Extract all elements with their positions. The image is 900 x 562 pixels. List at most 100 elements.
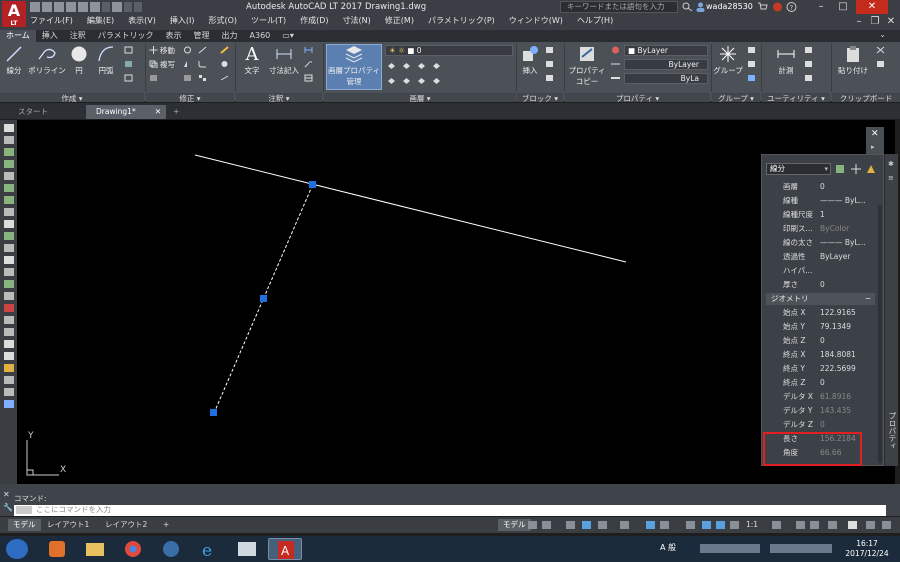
- palette-settings-icon[interactable]: ≡: [888, 174, 894, 182]
- circle-button[interactable]: 円: [68, 45, 90, 76]
- leader-icon[interactable]: [304, 60, 313, 68]
- scale-icon[interactable]: [183, 74, 192, 82]
- toolbar-circle-icon[interactable]: [3, 196, 14, 204]
- menu-dimension[interactable]: 寸法(N): [343, 15, 371, 29]
- hardware-acceleration-icon[interactable]: [866, 521, 875, 529]
- menu-draw[interactable]: 作成(D): [300, 15, 328, 29]
- ungroup-icon[interactable]: [747, 46, 756, 54]
- dimension-button[interactable]: 寸法記入: [266, 45, 302, 76]
- hatch-icon[interactable]: [124, 60, 133, 68]
- prop-row-lineweight[interactable]: 線の太さ ——— ByL...: [783, 236, 878, 249]
- geometry-section-header[interactable]: ジオメトリ −: [766, 293, 875, 305]
- text-button[interactable]: A 文字: [240, 45, 264, 76]
- fillet-icon[interactable]: [198, 60, 207, 68]
- annotation-panel-label[interactable]: 注釈 ▾: [236, 93, 322, 103]
- group-select-icon[interactable]: [747, 74, 756, 82]
- clean-screen-icon[interactable]: [848, 521, 857, 529]
- units-icon[interactable]: [810, 521, 819, 529]
- prop-row-start-z[interactable]: 始点 Z 0: [783, 334, 878, 347]
- linear-dim-icon[interactable]: [304, 46, 313, 54]
- snap-icon[interactable]: [542, 521, 551, 529]
- layer-tool-icon[interactable]: [432, 62, 441, 70]
- prop-row-end-y[interactable]: 終点 Y 222.5699: [783, 362, 878, 375]
- toolbar-rectangle-icon[interactable]: [3, 172, 14, 180]
- properties-panel-label[interactable]: プロパティ ▾: [565, 93, 710, 103]
- toolbar-line-icon[interactable]: [3, 124, 14, 132]
- color-dropdown[interactable]: ■ ByLayer: [624, 45, 708, 56]
- taskbar-paint[interactable]: [230, 538, 264, 560]
- toolbar-block-icon[interactable]: [3, 256, 14, 264]
- toolbar-calc-icon[interactable]: [3, 400, 14, 408]
- toolbar-point-icon[interactable]: [3, 268, 14, 276]
- attribute-icon[interactable]: [545, 74, 554, 82]
- utility-tool-icon[interactable]: [804, 46, 813, 54]
- qat-customize-icon[interactable]: [134, 2, 142, 12]
- ribbon-minimize-icon[interactable]: ⌄: [879, 30, 886, 39]
- prop-row-start-y[interactable]: 始点 Y 79.1349: [783, 320, 878, 333]
- tab-view[interactable]: 表示: [160, 30, 188, 42]
- block-panel-label[interactable]: ブロック ▾: [517, 93, 563, 103]
- rotate-icon[interactable]: [183, 46, 192, 54]
- toolbar-text2-icon[interactable]: [3, 352, 14, 360]
- menu-file[interactable]: ファイル(F): [30, 15, 73, 29]
- layers-panel-label[interactable]: 画層 ▾: [324, 93, 516, 103]
- modify-panel-label[interactable]: 修正 ▾: [146, 93, 234, 103]
- command-close-icon[interactable]: ✕: [3, 490, 10, 499]
- toolbar-find-icon[interactable]: [3, 388, 14, 396]
- palette-autohide-icon[interactable]: ▸: [871, 143, 875, 151]
- grip-mid-point[interactable]: [260, 295, 267, 302]
- taskbar-explorer[interactable]: [78, 538, 112, 560]
- toolbar-ellipse-icon[interactable]: [3, 232, 14, 240]
- prop-row-end-z[interactable]: 終点 Z 0: [783, 376, 878, 389]
- taskbar-chrome[interactable]: [116, 538, 150, 560]
- layer-tool-icon[interactable]: [387, 62, 396, 70]
- cart-icon[interactable]: [757, 2, 768, 12]
- redo-dropdown-icon[interactable]: [124, 2, 132, 12]
- lineweight-dropdown[interactable]: ByLa: [624, 73, 708, 84]
- close-tab-icon[interactable]: ✕: [155, 105, 161, 119]
- group-button[interactable]: グループ: [713, 45, 743, 76]
- taskbar-ie[interactable]: e: [192, 538, 226, 561]
- menu-parametric[interactable]: パラメトリック(P): [428, 15, 495, 29]
- layer-properties-button[interactable]: 画層プロパティ 管理: [326, 44, 382, 90]
- search-input[interactable]: キーワードまたは語句を入力: [560, 1, 678, 13]
- prop-row-transparency[interactable]: 透過性 ByLayer: [783, 250, 878, 263]
- copy-clip-icon[interactable]: [876, 60, 885, 68]
- layer-tool-icon[interactable]: [432, 77, 441, 85]
- toolbar-arc-icon[interactable]: [3, 184, 14, 192]
- toolbar-construction-line-icon[interactable]: [3, 136, 14, 144]
- tab-layout2[interactable]: レイアウト2: [100, 519, 152, 531]
- menu-format[interactable]: 形式(O): [208, 15, 237, 29]
- paste-button[interactable]: 貼り付け: [835, 45, 871, 76]
- array-icon[interactable]: [198, 74, 207, 82]
- toolbar-pencil-icon[interactable]: [3, 364, 14, 372]
- toolbar-abc-icon[interactable]: [3, 376, 14, 384]
- app-maximize-button[interactable]: □: [834, 0, 852, 14]
- create-block-icon[interactable]: [545, 46, 554, 54]
- lineweight-toggle-icon[interactable]: [660, 521, 669, 529]
- prop-row-end-x[interactable]: 終点 X 184.8081: [783, 348, 878, 361]
- prop-row-thickness[interactable]: 厚さ 0: [783, 278, 878, 291]
- base-line[interactable]: [194, 154, 627, 263]
- palette-options-icon[interactable]: ✱: [888, 160, 894, 168]
- utility-tool-icon[interactable]: [804, 60, 813, 68]
- edit-block-icon[interactable]: [545, 60, 554, 68]
- stretch-icon[interactable]: [149, 74, 158, 82]
- tab-output[interactable]: 出力: [216, 30, 244, 42]
- toolbar-polygon-icon[interactable]: [3, 160, 14, 168]
- save-icon[interactable]: [54, 2, 64, 12]
- tab-insert[interactable]: 挿入: [36, 30, 64, 42]
- toolbar-insert-icon[interactable]: [3, 244, 14, 252]
- taskbar-autocad[interactable]: A: [268, 538, 302, 560]
- tab-parametric[interactable]: パラメトリック: [92, 30, 160, 42]
- customization-icon[interactable]: [882, 521, 891, 529]
- isodraft-icon[interactable]: [598, 521, 607, 529]
- annotation-monitor-icon[interactable]: [796, 521, 805, 529]
- rectangle-icon[interactable]: [124, 46, 133, 54]
- new-tab-button[interactable]: +: [168, 105, 186, 119]
- menu-view[interactable]: 表示(V): [128, 15, 156, 29]
- prop-row-linetype-scale[interactable]: 線種尺度 1: [783, 208, 878, 221]
- open-icon[interactable]: [42, 2, 52, 12]
- user-name[interactable]: wada28530: [706, 2, 753, 11]
- prop-row-start-x[interactable]: 始点 X 122.9165: [783, 306, 878, 319]
